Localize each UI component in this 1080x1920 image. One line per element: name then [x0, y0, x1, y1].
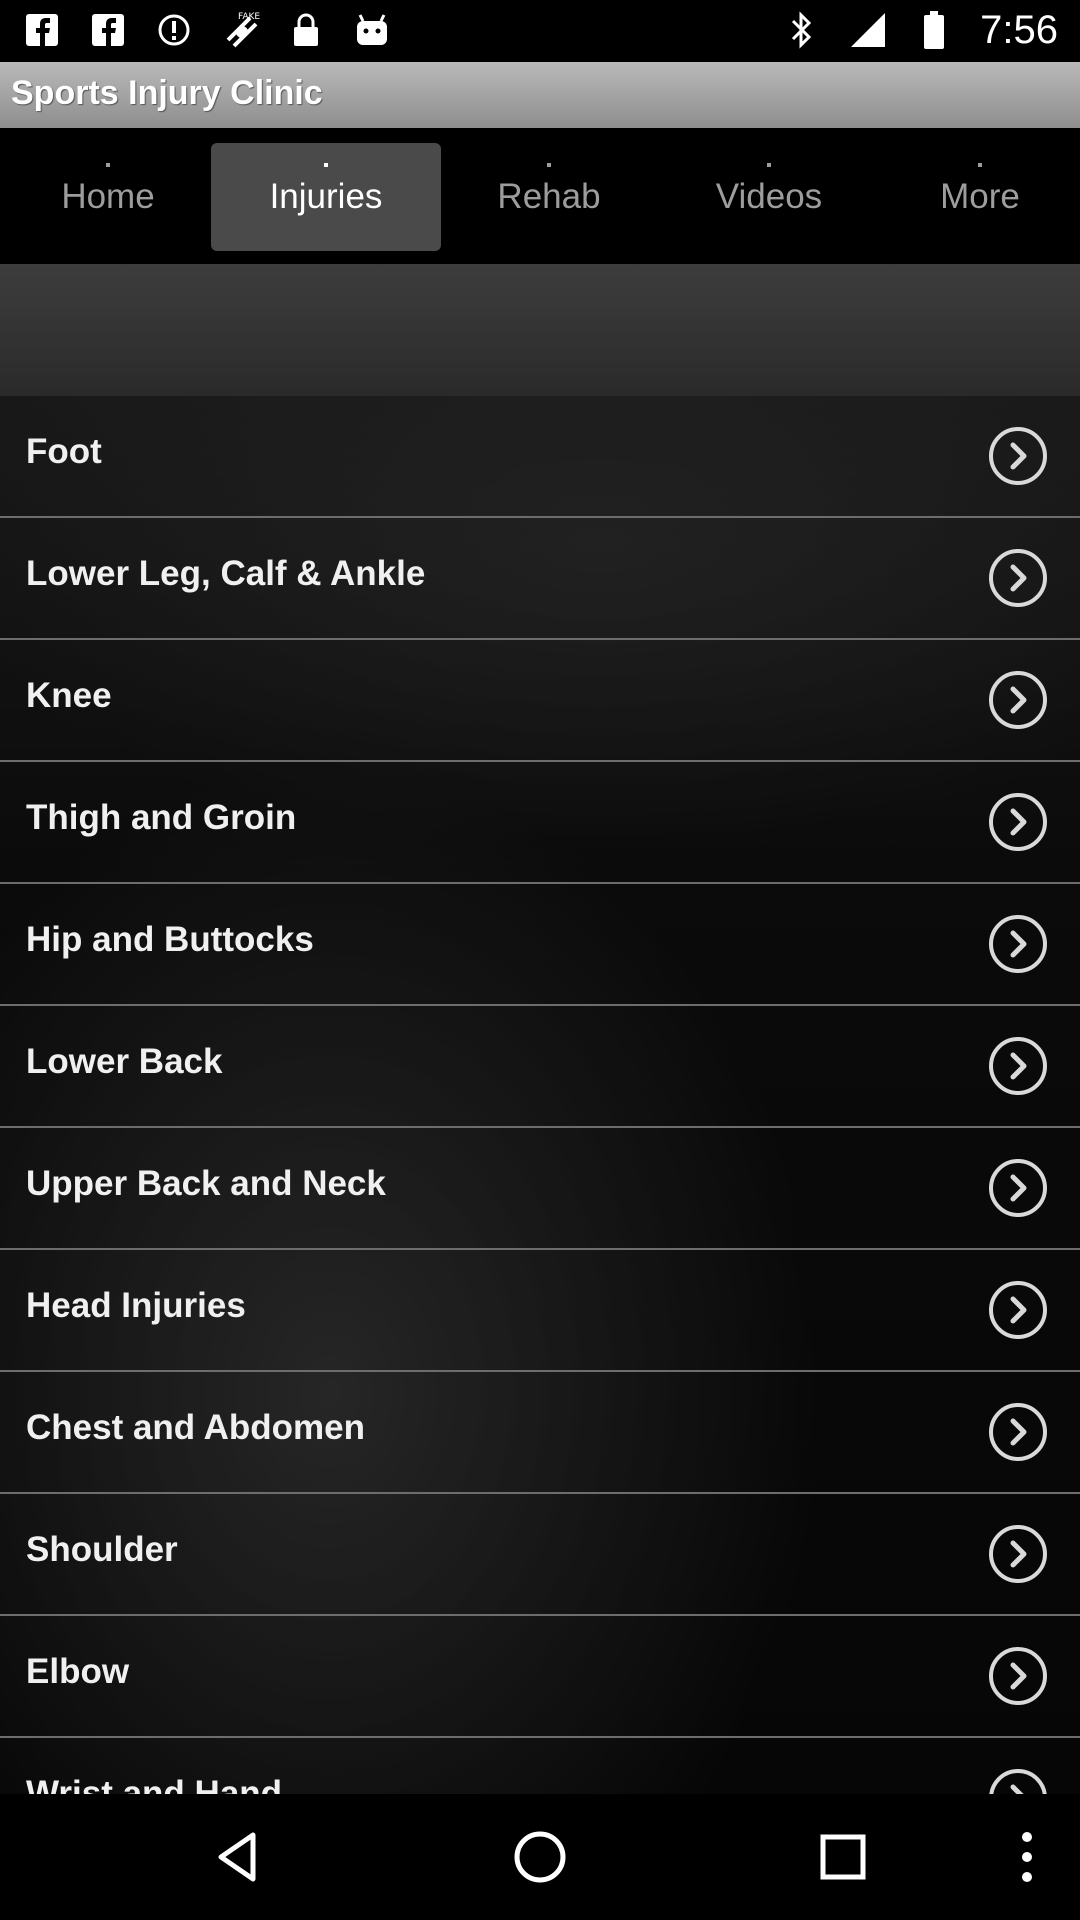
tab-indicator-icon — [767, 163, 771, 167]
bluetooth-icon — [782, 10, 822, 50]
list-item[interactable]: Hip and Buttocks — [0, 884, 1080, 1006]
list-item[interactable]: Chest and Abdomen — [0, 1372, 1080, 1494]
status-bar: FAKE 7:56 — [0, 0, 1080, 62]
list-item[interactable]: Lower Leg, Calf & Ankle — [0, 518, 1080, 640]
tab-label: More — [940, 177, 1020, 216]
tab-videos[interactable]: Videos — [661, 143, 877, 251]
list-item-label: Foot — [26, 432, 102, 471]
header-banner — [0, 264, 1080, 396]
title-bar: Sports Injury Clinic — [0, 62, 1080, 128]
list-item[interactable]: Thigh and Groin — [0, 762, 1080, 884]
chevron-right-icon — [989, 1281, 1047, 1339]
tab-bar: Home Injuries Rehab Videos More — [0, 128, 1080, 264]
signal-icon — [848, 10, 888, 50]
list-item-label: Lower Leg, Calf & Ankle — [26, 554, 426, 593]
chevron-right-icon — [989, 1769, 1047, 1794]
tab-injuries[interactable]: Injuries — [211, 143, 441, 251]
tab-indicator-icon — [978, 163, 982, 167]
menu-icon[interactable] — [997, 1827, 1057, 1887]
tab-indicator-icon — [106, 163, 110, 167]
tab-rehab[interactable]: Rehab — [441, 143, 657, 251]
list-item[interactable]: Elbow — [0, 1616, 1080, 1738]
list-item[interactable]: Foot — [0, 396, 1080, 518]
recents-icon[interactable] — [813, 1827, 873, 1887]
tab-more[interactable]: More — [872, 143, 1080, 251]
chevron-right-icon — [989, 1647, 1047, 1705]
list-item[interactable]: Head Injuries — [0, 1250, 1080, 1372]
tab-label: Injuries — [269, 177, 383, 216]
tab-indicator-icon — [547, 163, 551, 167]
chevron-right-icon — [989, 427, 1047, 485]
android-icon — [352, 10, 392, 50]
list-item-label: Lower Back — [26, 1042, 223, 1081]
list-item-label: Upper Back and Neck — [26, 1164, 386, 1203]
chevron-right-icon — [989, 915, 1047, 973]
home-icon[interactable] — [510, 1827, 570, 1887]
navigation-bar — [0, 1794, 1080, 1920]
clock: 7:56 — [980, 8, 1058, 52]
list-item-label: Wrist and Hand — [26, 1774, 283, 1794]
list-item-label: Thigh and Groin — [26, 798, 297, 837]
list-item[interactable]: Upper Back and Neck — [0, 1128, 1080, 1250]
lock-icon — [286, 10, 326, 50]
battery-icon — [914, 10, 954, 50]
chevron-right-icon — [989, 1037, 1047, 1095]
tab-indicator-icon — [324, 163, 328, 167]
app-title: Sports Injury Clinic — [11, 74, 323, 112]
tab-home[interactable]: Home — [0, 143, 216, 251]
chevron-right-icon — [989, 1159, 1047, 1217]
list-item-label: Knee — [26, 676, 112, 715]
list-item[interactable]: Knee — [0, 640, 1080, 762]
list-item-label: Shoulder — [26, 1530, 178, 1569]
content-area[interactable]: Foot Lower Leg, Calf & Ankle Knee Thigh … — [0, 264, 1080, 1794]
chevron-right-icon — [989, 671, 1047, 729]
back-icon[interactable] — [207, 1827, 267, 1887]
list-item-label: Elbow — [26, 1652, 130, 1691]
list-item[interactable]: Shoulder — [0, 1494, 1080, 1616]
list-item-label: Hip and Buttocks — [26, 920, 314, 959]
chevron-right-icon — [989, 1403, 1047, 1461]
tab-label: Home — [61, 177, 155, 216]
list-item[interactable]: Wrist and Hand — [0, 1738, 1080, 1794]
chevron-right-icon — [989, 1525, 1047, 1583]
list-item[interactable]: Lower Back — [0, 1006, 1080, 1128]
list-item-label: Chest and Abdomen — [26, 1408, 365, 1447]
injury-list: Foot Lower Leg, Calf & Ankle Knee Thigh … — [0, 396, 1080, 1794]
list-item-label: Head Injuries — [26, 1286, 246, 1325]
alert-circle-icon — [154, 10, 194, 50]
svg-text:FAKE: FAKE — [238, 12, 260, 22]
chevron-right-icon — [989, 793, 1047, 851]
fake-gps-icon: FAKE — [220, 10, 260, 50]
facebook-icon — [88, 10, 128, 50]
tab-label: Rehab — [497, 177, 601, 216]
chevron-right-icon — [989, 549, 1047, 607]
tab-label: Videos — [715, 177, 823, 216]
facebook-icon — [22, 10, 62, 50]
